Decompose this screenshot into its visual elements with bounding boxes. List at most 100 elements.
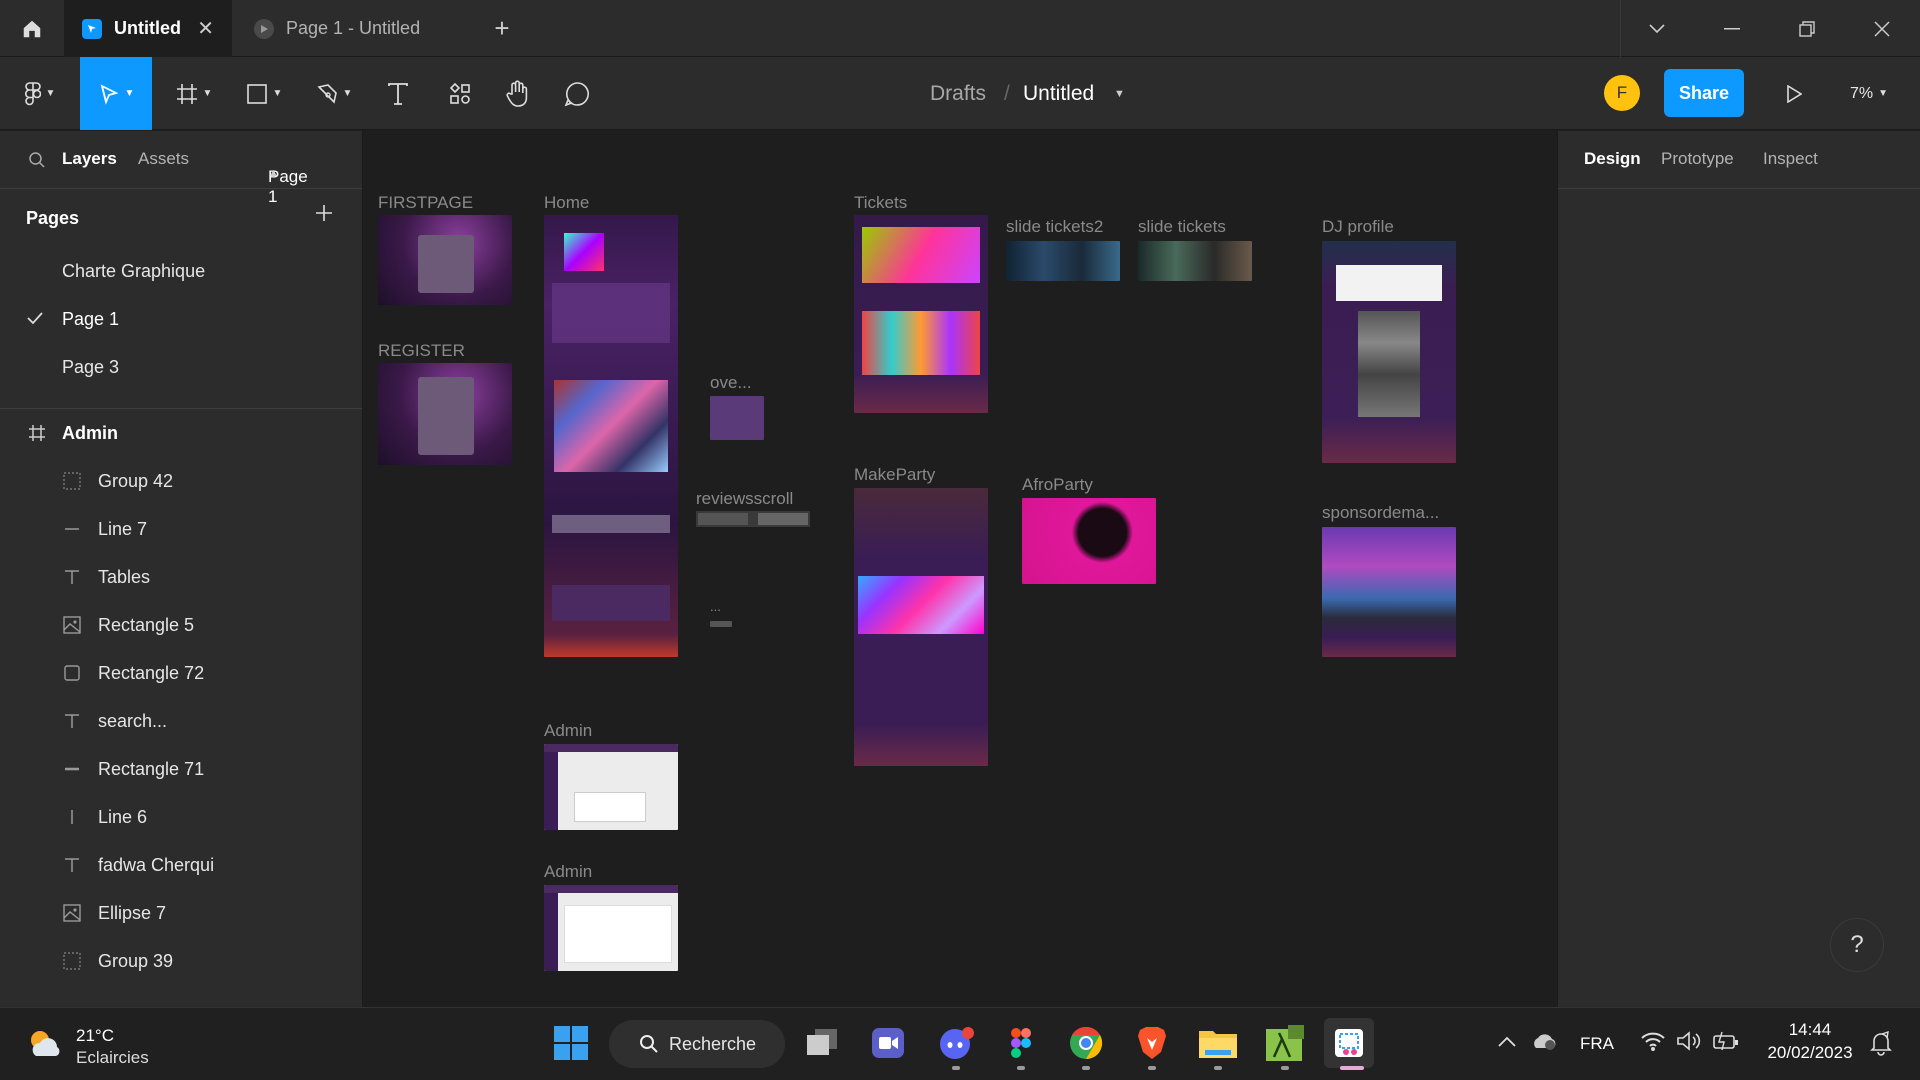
page-item-page-1[interactable]: Page 1 (0, 295, 362, 343)
tab-prototype[interactable]: Prototype (1661, 149, 1734, 169)
hand-tool-button[interactable] (496, 57, 540, 130)
layer-group-42[interactable]: Group 42 (0, 457, 362, 505)
page-item-charte-graphique[interactable]: Charte Graphique (0, 247, 362, 295)
shape-tool-button[interactable]: ▼ (236, 57, 292, 130)
main-menu-button[interactable]: ▼ (10, 57, 70, 130)
frame-thumbnail-firstpage[interactable] (378, 215, 512, 305)
frame-label-home[interactable]: Home (544, 193, 589, 213)
layer-label: Rectangle 72 (98, 662, 205, 683)
frame-label-tickets[interactable]: Tickets (854, 193, 907, 213)
notifications-button[interactable] (1868, 1030, 1894, 1056)
chrome-button[interactable] (1061, 1018, 1111, 1068)
frame-icon (27, 423, 47, 443)
tab-layers[interactable]: Layers (62, 149, 117, 169)
tab-design[interactable]: Design (1584, 149, 1641, 169)
tab-inspect[interactable]: Inspect (1763, 149, 1818, 169)
frame-thumbnail-admin-2[interactable] (544, 885, 678, 971)
layer-fadwa-cherqui[interactable]: fadwa Cherqui (0, 841, 362, 889)
frame-label-admin-1[interactable]: Admin (544, 721, 592, 741)
wifi-icon[interactable] (1640, 1030, 1666, 1052)
layer-rectangle-71[interactable]: Rectangle 71 (0, 745, 362, 793)
frame-thumbnail-register[interactable] (378, 363, 512, 465)
discord-button[interactable] (931, 1018, 981, 1068)
frame-thumbnail-reviewsscroll[interactable] (696, 511, 810, 527)
frame-thumbnail-dots[interactable] (710, 621, 732, 627)
language-indicator[interactable]: FRA (1580, 1034, 1614, 1054)
frame-label-dots[interactable]: ... (710, 599, 721, 614)
zoom-menu[interactable]: 7% ▼ (1834, 57, 1904, 130)
layer-line-6[interactable]: Line 6 (0, 793, 362, 841)
battery-icon[interactable] (1712, 1030, 1740, 1052)
taskbar-search[interactable]: Recherche (609, 1020, 785, 1068)
comment-tool-button[interactable] (555, 57, 599, 130)
frame-thumbnail-slide-tickets[interactable] (1138, 241, 1252, 281)
frame-thumbnail-ove[interactable] (710, 396, 764, 440)
volume-icon[interactable] (1676, 1030, 1702, 1052)
teams-chat-button[interactable] (863, 1018, 913, 1068)
frame-tool-button[interactable]: ▼ (166, 57, 222, 130)
restore-button[interactable] (1772, 0, 1842, 57)
share-button[interactable]: Share (1664, 69, 1744, 117)
search-icon[interactable] (28, 151, 46, 169)
frame-label-sponsordema[interactable]: sponsordema... (1322, 503, 1439, 523)
layer-group-39[interactable]: Group 39 (0, 937, 362, 985)
clock[interactable]: 14:44 20/02/2023 (1762, 1020, 1858, 1063)
new-tab-button[interactable]: + (488, 0, 516, 57)
frame-label-register[interactable]: REGISTER (378, 341, 465, 361)
frame-thumbnail-afroparty[interactable] (1022, 498, 1156, 584)
frame-thumbnail-makeparty[interactable] (854, 488, 988, 766)
layer-rectangle-72[interactable]: Rectangle 72 (0, 649, 362, 697)
file-explorer-button[interactable] (1193, 1018, 1243, 1068)
task-view-button[interactable] (797, 1018, 847, 1068)
frame-label-afroparty[interactable]: AfroParty (1022, 475, 1093, 495)
onedrive-status-icon[interactable] (1530, 1030, 1558, 1052)
pen-tool-button[interactable]: ▼ (306, 57, 362, 130)
frame-label-makeparty[interactable]: MakeParty (854, 465, 935, 485)
show-hidden-icons-button[interactable] (1498, 1036, 1516, 1048)
frame-thumbnail-dj-profile[interactable] (1322, 241, 1456, 463)
layer-rectangle-5[interactable]: Rectangle 5 (0, 601, 362, 649)
layer-line-7[interactable]: Line 7 (0, 505, 362, 553)
file-menu-chevron-down-icon[interactable]: ▼ (1114, 57, 1125, 130)
layer-ellipse-7[interactable]: Ellipse 7 (0, 889, 362, 937)
layer-tables[interactable]: Tables (0, 553, 362, 601)
start-button[interactable] (546, 1018, 596, 1068)
frame-thumbnail-sponsordema[interactable] (1322, 527, 1456, 657)
tabs-dropdown-button[interactable] (1622, 0, 1692, 57)
close-window-button[interactable] (1847, 0, 1917, 57)
frame-thumbnail-tickets[interactable] (854, 215, 988, 413)
tab-page-1[interactable]: Page 1 - Untitled (232, 0, 472, 57)
lambda-app-button[interactable] (1260, 1018, 1310, 1068)
help-button[interactable]: ? (1830, 918, 1884, 972)
add-page-button[interactable] (314, 203, 334, 223)
frame-label-reviewsscroll[interactable]: reviewsscroll (696, 489, 793, 509)
file-name[interactable]: Untitled (1023, 57, 1094, 130)
move-tool-button[interactable]: ▼ (80, 57, 152, 130)
page-item-page-3[interactable]: Page 3 (0, 343, 362, 391)
tab-assets[interactable]: Assets (138, 149, 189, 169)
frame-label-dj-profile[interactable]: DJ profile (1322, 217, 1394, 237)
layer-frame-admin[interactable]: Admin (0, 409, 362, 457)
frame-label-admin-2[interactable]: Admin (544, 862, 592, 882)
frame-label-slide-tickets[interactable]: slide tickets (1138, 217, 1226, 237)
home-button[interactable] (0, 0, 64, 57)
avatar[interactable]: F (1604, 75, 1640, 111)
snipping-tool-button[interactable] (1324, 1018, 1374, 1068)
canvas[interactable]: FIRSTPAGE REGISTER Home ove... reviewssc… (364, 131, 1557, 1007)
frame-label-firstpage[interactable]: FIRSTPAGE (378, 193, 473, 213)
figma-app-button[interactable] (996, 1018, 1046, 1068)
breadcrumb-folder[interactable]: Drafts (930, 57, 986, 130)
frame-thumbnail-admin-1[interactable] (544, 744, 678, 830)
frame-thumbnail-home[interactable] (544, 215, 678, 657)
text-tool-button[interactable] (378, 57, 418, 130)
frame-thumbnail-slide-tickets2[interactable] (1006, 241, 1120, 281)
minimize-button[interactable] (1697, 0, 1767, 57)
frame-label-slide-tickets2[interactable]: slide tickets2 (1006, 217, 1103, 237)
close-tab-icon[interactable]: ✕ (197, 16, 214, 41)
frame-label-ove[interactable]: ove... (710, 373, 752, 393)
layer-search-text[interactable]: search... (0, 697, 362, 745)
present-button[interactable] (1774, 57, 1814, 130)
tab-untitled[interactable]: Untitled ✕ (64, 0, 232, 57)
brave-button[interactable] (1127, 1018, 1177, 1068)
resources-tool-button[interactable] (440, 57, 480, 130)
